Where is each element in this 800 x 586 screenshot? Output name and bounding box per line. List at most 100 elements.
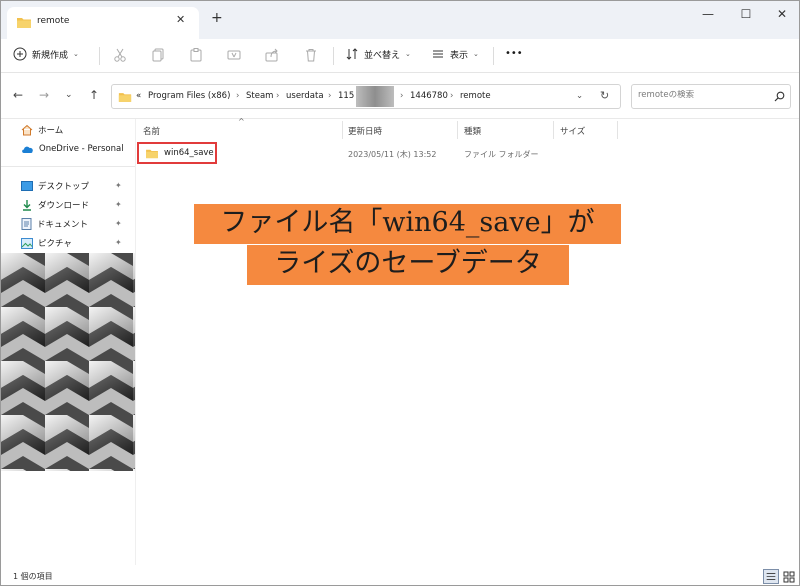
toolbar-divider	[333, 47, 334, 65]
file-explorer-window: remote ✕ + — ☐ ✕ 新規作成 ⌄ 並べ替え ⌄ 表示 ⌄ ••• …	[0, 0, 800, 586]
column-header-type[interactable]: 種類	[464, 125, 481, 137]
refresh-icon[interactable]: ↻	[600, 89, 609, 102]
file-row-win64-save[interactable]: win64_save	[137, 142, 217, 164]
file-name: win64_save	[164, 148, 214, 158]
tiles-view-icon[interactable]	[781, 569, 797, 584]
sidebar-item-downloads[interactable]: ダウンロード	[21, 197, 89, 213]
sidebar-item-label: OneDrive - Personal	[39, 144, 124, 154]
breadcrumb-app-id[interactable]: 1446780	[410, 91, 448, 101]
command-bar: 新規作成 ⌄ 並べ替え ⌄ 表示 ⌄ •••	[1, 39, 799, 73]
breadcrumb-remote[interactable]: remote	[460, 91, 491, 101]
view-list-icon	[433, 50, 443, 58]
search-input[interactable]	[638, 90, 768, 100]
column-separator[interactable]	[457, 121, 458, 139]
sort-ascending-icon: ^	[238, 117, 245, 126]
navigation-bar: ← → ⌄ ↑ « Program Files (x86) › Steam › …	[1, 73, 799, 119]
search-box[interactable]	[631, 84, 791, 109]
sidebar-item-label: ダウンロード	[38, 201, 90, 211]
close-window-button[interactable]: ✕	[763, 1, 799, 27]
rename-icon[interactable]	[226, 47, 242, 63]
tab-title: remote	[37, 16, 70, 26]
sidebar-item-pictures[interactable]: ピクチャ	[21, 235, 72, 251]
sidebar-item-label: ドキュメント	[37, 220, 89, 230]
back-arrow-icon[interactable]: ←	[13, 88, 23, 102]
column-header-size[interactable]: サイズ	[560, 125, 585, 137]
sidebar-item-onedrive[interactable]: OneDrive - Personal	[21, 141, 124, 157]
share-icon[interactable]	[264, 47, 280, 63]
breadcrumb-separator: ›	[400, 91, 404, 101]
column-separator[interactable]	[617, 121, 618, 139]
new-button-label: 新規作成	[32, 50, 69, 61]
document-icon	[21, 218, 32, 230]
tab-remote[interactable]: remote ✕	[7, 7, 199, 39]
breadcrumb-steam[interactable]: Steam	[246, 91, 273, 101]
pin-icon[interactable]: ✦	[115, 181, 122, 190]
column-separator[interactable]	[342, 121, 343, 139]
picture-icon	[21, 237, 33, 249]
address-bar[interactable]: « Program Files (x86) › Steam › userdata…	[111, 84, 621, 109]
folder-icon	[17, 18, 31, 28]
file-type: ファイル フォルダー	[464, 150, 539, 159]
sort-button[interactable]: 並べ替え ⌄	[345, 47, 411, 61]
sidebar-item-label: ホーム	[38, 126, 64, 136]
breadcrumb-separator: ›	[236, 91, 240, 101]
delete-icon[interactable]	[303, 47, 319, 63]
breadcrumb-separator: ›	[276, 91, 280, 101]
folder-icon	[146, 149, 158, 158]
navigation-pane: ホーム OneDrive - Personal デスクトップ ✦ ダウンロード …	[1, 119, 135, 565]
forward-arrow-icon[interactable]: →	[39, 88, 49, 102]
breadcrumb-separator: ›	[450, 91, 454, 101]
title-bar: remote ✕ + — ☐ ✕	[1, 1, 799, 39]
sidebar-divider	[1, 166, 135, 167]
sidebar-item-label: デスクトップ	[38, 182, 90, 192]
pin-icon[interactable]: ✦	[115, 238, 122, 247]
maximize-button[interactable]: ☐	[727, 1, 765, 27]
breadcrumb-overflow[interactable]: «	[136, 91, 141, 101]
annotation-callout-line1: ファイル名「win64_save」が	[194, 204, 621, 244]
more-options-button[interactable]: •••	[505, 48, 523, 59]
column-separator[interactable]	[553, 121, 554, 139]
search-icon[interactable]	[774, 91, 785, 102]
view-button[interactable]: 表示 ⌄	[431, 47, 479, 61]
cloud-icon	[22, 146, 33, 153]
sort-button-label: 並べ替え	[364, 50, 401, 61]
chevron-down-icon: ⌄	[473, 50, 479, 58]
breadcrumb-program-files[interactable]: Program Files (x86)	[148, 91, 230, 101]
tab-close-icon[interactable]: ✕	[176, 13, 185, 26]
sidebar-item-label: ピクチャ	[38, 239, 72, 249]
breadcrumb-userdata[interactable]: userdata	[286, 91, 324, 101]
cut-icon[interactable]	[112, 47, 128, 63]
column-header-name[interactable]: 名前	[143, 125, 160, 137]
minimize-button[interactable]: —	[689, 1, 727, 27]
status-bar: 1 個の項目	[1, 567, 799, 585]
folder-icon	[118, 93, 132, 102]
details-view-icon[interactable]	[763, 569, 779, 584]
paste-icon[interactable]	[188, 47, 204, 63]
redaction-block	[356, 86, 394, 107]
view-button-label: 表示	[450, 50, 469, 61]
chevron-down-icon: ⌄	[73, 50, 79, 58]
pin-icon[interactable]: ✦	[115, 219, 122, 228]
item-count: 1 個の項目	[13, 572, 53, 581]
new-button[interactable]: 新規作成 ⌄	[13, 47, 79, 61]
copy-icon[interactable]	[150, 47, 166, 63]
recent-locations-icon[interactable]: ⌄	[65, 90, 73, 100]
plus-circle-icon	[13, 47, 27, 61]
chevron-pattern-image	[1, 253, 135, 471]
column-header-modified[interactable]: 更新日時	[348, 125, 382, 137]
annotation-callout-line2: ライズのセーブデータ	[247, 245, 569, 285]
breadcrumb-user-id[interactable]: 115	[338, 91, 354, 101]
pin-icon[interactable]: ✦	[115, 200, 122, 209]
sidebar-item-desktop[interactable]: デスクトップ	[21, 178, 89, 194]
pane-divider	[135, 119, 136, 565]
new-tab-button[interactable]: +	[211, 10, 223, 26]
toolbar-divider	[99, 47, 100, 65]
home-icon	[21, 124, 33, 136]
download-icon	[23, 200, 31, 211]
desktop-icon	[21, 181, 33, 191]
address-dropdown-icon[interactable]: ⌄	[576, 91, 583, 101]
breadcrumb-separator: ›	[328, 91, 332, 101]
sidebar-item-documents[interactable]: ドキュメント	[21, 216, 88, 232]
sidebar-item-home[interactable]: ホーム	[21, 122, 63, 138]
up-arrow-icon[interactable]: ↑	[89, 88, 99, 102]
